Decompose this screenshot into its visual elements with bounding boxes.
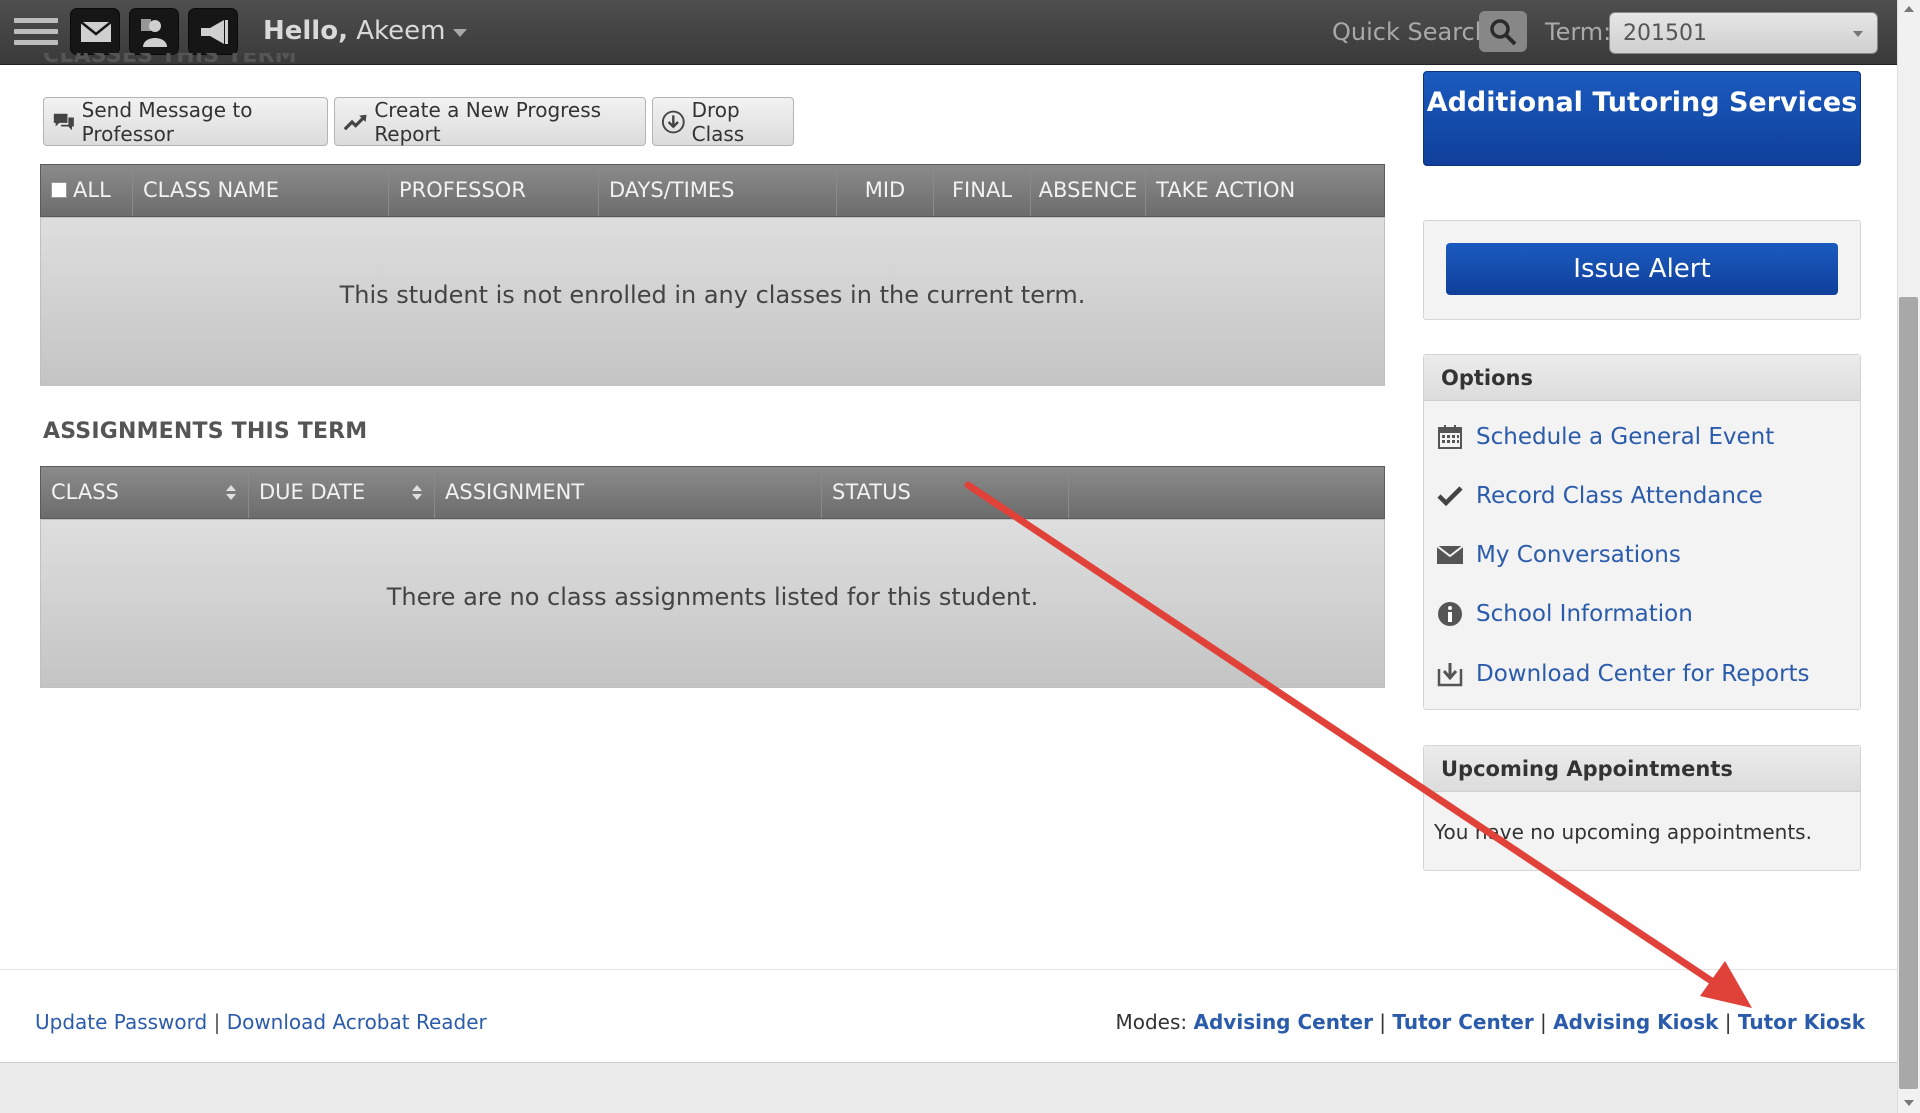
column-mid[interactable]: MID <box>837 165 934 216</box>
issue-alert-button[interactable]: Issue Alert <box>1446 243 1838 295</box>
separator: | <box>1379 1010 1387 1034</box>
footer-links: Update Password | Download Acrobat Reade… <box>35 1010 487 1034</box>
hamburger-menu-icon[interactable] <box>14 18 58 48</box>
option-label: Record Class Attendance <box>1476 483 1763 509</box>
appointments-empty-message: You have no upcoming appointments. <box>1434 820 1812 844</box>
column-absence[interactable]: ABSENCE <box>1031 165 1146 216</box>
column-due-date-label: DUE DATE <box>259 480 366 504</box>
separator: | <box>1724 1010 1732 1034</box>
scroll-down-arrow-icon[interactable] <box>1904 1100 1914 1106</box>
option-label: Schedule a General Event <box>1476 424 1775 450</box>
issue-alert-panel: Issue Alert <box>1423 220 1861 320</box>
option-download-center-reports[interactable]: Download Center for Reports <box>1436 657 1810 691</box>
column-take-action[interactable]: TAKE ACTION <box>1146 165 1384 216</box>
classes-table-header: ALL CLASS NAME PROFESSOR DAYS/TIMES MID … <box>40 164 1385 217</box>
announcements-button[interactable] <box>188 8 238 55</box>
megaphone-icon <box>201 20 228 44</box>
option-label: School Information <box>1476 601 1693 627</box>
option-label: Download Center for Reports <box>1476 661 1810 687</box>
progress-report-label: Create a New Progress Report <box>374 97 602 146</box>
sort-icon[interactable] <box>412 485 422 503</box>
term-select[interactable]: 201501 <box>1609 12 1878 54</box>
additional-tutoring-services-button[interactable]: Additional Tutoring Services <box>1423 71 1861 166</box>
user-dropdown-caret-icon[interactable] <box>453 29 467 37</box>
footer: Update Password | Download Acrobat Reade… <box>0 969 1900 1064</box>
term-value: 201501 <box>1623 21 1707 46</box>
option-my-conversations[interactable]: My Conversations <box>1436 538 1681 572</box>
column-class[interactable]: CLASS <box>41 467 249 518</box>
column-class-label: CLASS <box>51 480 119 504</box>
greeting[interactable]: Hello, Akeem <box>263 16 445 46</box>
scrollbar-thumb[interactable] <box>1899 297 1918 1089</box>
column-extra <box>1069 467 1384 518</box>
modes-links: Modes: Advising Center | Tutor Center | … <box>1115 1010 1865 1034</box>
term-label: Term: <box>1545 18 1612 46</box>
envelope-icon <box>1436 541 1464 569</box>
assignments-table-body: There are no class assignments listed fo… <box>40 519 1385 688</box>
mode-tutor-kiosk-link[interactable]: Tutor Kiosk <box>1738 1010 1865 1034</box>
mode-advising-center-link[interactable]: Advising Center <box>1194 1010 1373 1034</box>
send-message-to-professor-button[interactable]: Send Message to Professor <box>43 97 328 146</box>
quick-search-button[interactable] <box>1479 11 1527 52</box>
option-record-class-attendance[interactable]: Record Class Attendance <box>1436 479 1763 513</box>
column-final[interactable]: FINAL <box>934 165 1031 216</box>
messages-button[interactable] <box>70 8 120 55</box>
envelope-icon <box>80 21 112 42</box>
download-circle-icon <box>661 110 685 133</box>
checkmark-icon <box>1436 482 1464 510</box>
select-all-column[interactable]: ALL <box>41 165 133 216</box>
assignments-table-header: CLASS DUE DATE ASSIGNMENT STATUS <box>40 466 1385 519</box>
separator: | <box>213 1010 221 1034</box>
page-bottom-area <box>0 1062 1900 1113</box>
option-schedule-general-event[interactable]: Schedule a General Event <box>1436 420 1774 454</box>
modes-label: Modes: <box>1115 1010 1188 1034</box>
classes-empty-message: This student is not enrolled in any clas… <box>339 281 1086 309</box>
update-password-link[interactable]: Update Password <box>35 1010 207 1034</box>
download-acrobat-link[interactable]: Download Acrobat Reader <box>227 1010 487 1034</box>
appointments-title: Upcoming Appointments <box>1424 746 1860 792</box>
assignments-empty-message: There are no class assignments listed fo… <box>386 583 1039 611</box>
download-icon <box>1436 660 1464 688</box>
column-professor[interactable]: PROFESSOR <box>389 165 599 216</box>
drop-class-button[interactable]: Drop Class <box>652 97 794 146</box>
assignments-section-title: ASSIGNMENTS THIS TERM <box>43 419 368 444</box>
create-progress-report-button[interactable]: Create a New Progress Report <box>334 97 646 146</box>
column-status[interactable]: STATUS <box>822 467 1069 518</box>
select-all-checkbox[interactable] <box>51 182 67 198</box>
separator: | <box>1540 1010 1547 1034</box>
students-button[interactable] <box>129 8 179 55</box>
chat-bubbles-icon <box>53 113 74 130</box>
column-due-date[interactable]: DUE DATE <box>249 467 435 518</box>
mode-tutor-center-link[interactable]: Tutor Center <box>1392 1010 1533 1034</box>
classes-section-title: CLASSES THIS TERM <box>43 53 297 68</box>
options-panel: Options Schedule a General Event Record … <box>1423 354 1861 710</box>
column-class-name[interactable]: CLASS NAME <box>133 165 389 216</box>
search-icon <box>1490 19 1517 46</box>
option-school-information[interactable]: School Information <box>1436 597 1693 631</box>
chevron-down-icon <box>1853 31 1863 37</box>
user-name: Akeem <box>356 16 446 46</box>
upcoming-appointments-panel: Upcoming Appointments You have no upcomi… <box>1423 745 1861 871</box>
scroll-up-arrow-icon[interactable] <box>1904 6 1914 12</box>
mode-advising-kiosk-link[interactable]: Advising Kiosk <box>1553 1010 1718 1034</box>
sort-icon[interactable] <box>226 485 236 503</box>
info-icon <box>1436 600 1464 628</box>
greeting-label: Hello, <box>263 16 348 46</box>
column-all: ALL <box>73 178 111 202</box>
quick-search-label: Quick Search: <box>1332 18 1499 46</box>
column-assignment[interactable]: ASSIGNMENT <box>435 467 822 518</box>
options-title: Options <box>1424 355 1860 401</box>
classes-table-body: This student is not enrolled in any clas… <box>40 217 1385 386</box>
person-icon <box>141 19 167 47</box>
option-label: My Conversations <box>1476 542 1681 568</box>
drop-class-label: Drop Class <box>691 97 745 146</box>
calendar-icon <box>1436 423 1464 451</box>
trend-up-icon <box>343 114 367 130</box>
send-message-label: Send Message to Professor <box>81 97 253 146</box>
column-days-times[interactable]: DAYS/TIMES <box>599 165 837 216</box>
